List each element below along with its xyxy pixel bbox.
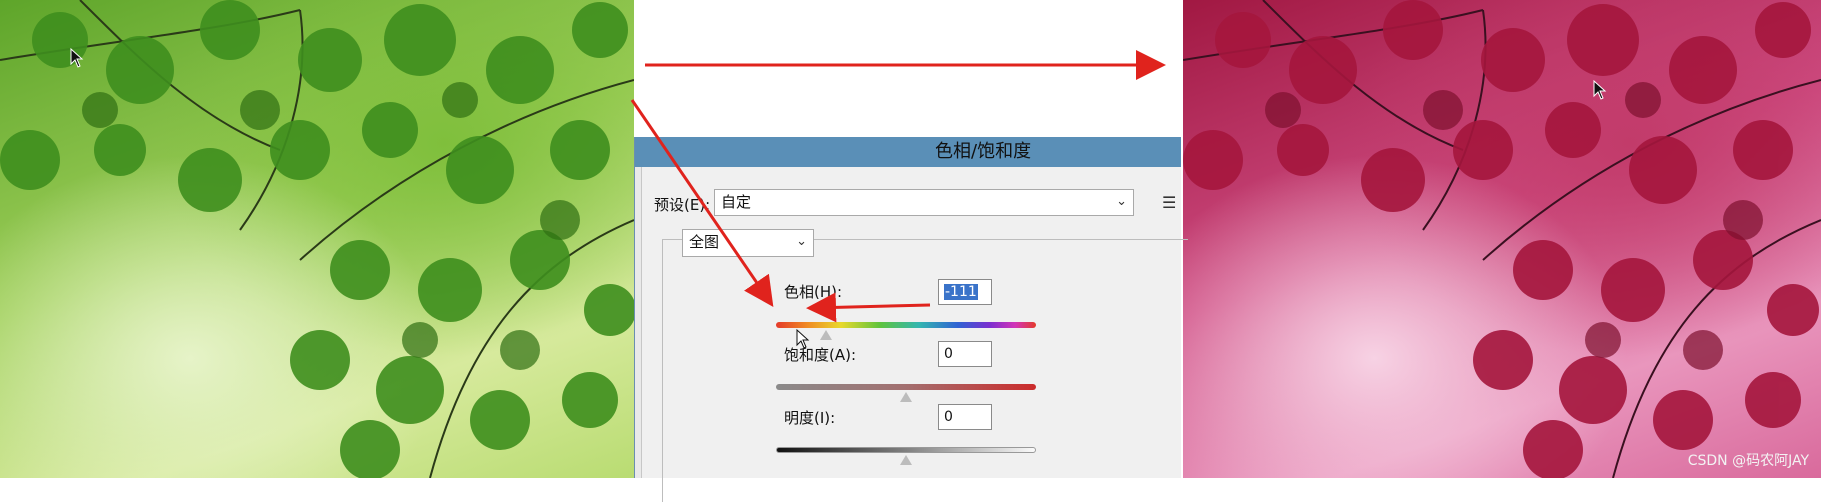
saturation-label: 饱和度(A): bbox=[784, 346, 857, 364]
preset-label: 预设(E): bbox=[654, 196, 711, 214]
green-leaves-illustration bbox=[0, 0, 634, 478]
adjusted-image-red: CSDN @码农阿JAY bbox=[1183, 0, 1821, 478]
saturation-value: 0 bbox=[944, 346, 953, 362]
saturation-slider-thumb[interactable] bbox=[900, 392, 912, 402]
saturation-input[interactable]: 0 bbox=[938, 341, 992, 367]
channel-select[interactable]: 全图 ⌄ bbox=[682, 229, 814, 257]
lightness-label: 明度(I): bbox=[784, 409, 836, 427]
preset-value: 自定 bbox=[721, 193, 752, 211]
hue-value: -111 bbox=[944, 284, 978, 300]
dialog-body: 预设(E): 自定 ⌄ 全图 ⌄ 色相(H): -111 饱和度(A): 0 明… bbox=[641, 167, 1188, 502]
dialog-title: 色相/饱和度 bbox=[635, 137, 1181, 167]
watermark: CSDN @码农阿JAY bbox=[1687, 453, 1809, 469]
hue-label: 色相(H): bbox=[784, 283, 843, 301]
lightness-value: 0 bbox=[944, 409, 953, 425]
list-menu-icon[interactable]: ☰ bbox=[1162, 193, 1176, 212]
move-cursor-icon bbox=[1593, 80, 1607, 100]
chevron-down-icon: ⌄ bbox=[796, 234, 807, 249]
hue-saturation-dialog: 色相/饱和度 预设(E): 自定 ⌄ 全图 ⌄ 色相(H): -111 饱和度(… bbox=[634, 137, 1188, 502]
pointer-cursor-icon bbox=[796, 329, 810, 349]
adjustment-group bbox=[662, 239, 1188, 502]
saturation-slider-track[interactable] bbox=[776, 384, 1036, 390]
move-cursor-icon bbox=[70, 48, 84, 68]
lightness-slider-thumb[interactable] bbox=[900, 455, 912, 465]
original-image-green bbox=[0, 0, 634, 478]
preset-select[interactable]: 自定 ⌄ bbox=[714, 189, 1134, 216]
hue-slider-track[interactable] bbox=[776, 322, 1036, 328]
lightness-input[interactable]: 0 bbox=[938, 404, 992, 430]
lightness-slider-track[interactable] bbox=[776, 447, 1036, 453]
red-leaves-illustration bbox=[1183, 0, 1821, 478]
channel-value: 全图 bbox=[689, 233, 720, 251]
chevron-down-icon: ⌄ bbox=[1116, 194, 1127, 209]
hue-slider-thumb[interactable] bbox=[819, 330, 832, 340]
hue-input[interactable]: -111 bbox=[938, 279, 992, 305]
